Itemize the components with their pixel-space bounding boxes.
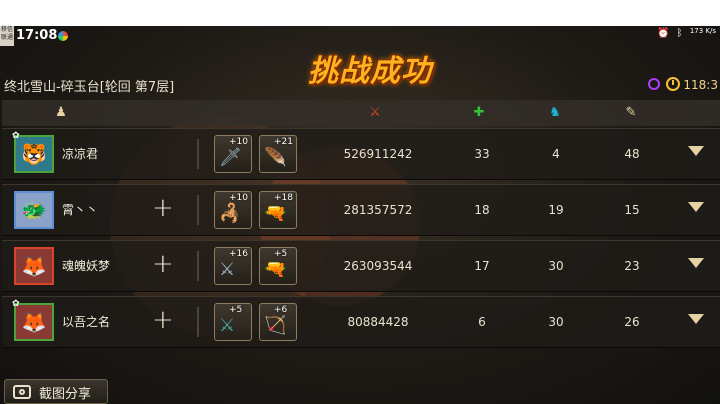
hit-icon: ✎	[625, 105, 637, 120]
camera-icon	[13, 385, 31, 399]
buff-value: 30	[548, 315, 564, 329]
buff-value: 4	[552, 147, 560, 161]
damage-value: 263093544	[343, 259, 413, 273]
screenshot-share-button[interactable]: 截图分享	[4, 379, 108, 404]
item-slot[interactable]: +16 ⚔	[214, 247, 252, 285]
item-slot[interactable]: +6 🏹	[259, 303, 297, 341]
item-slot[interactable]: +21 🪶	[259, 135, 297, 173]
expand-arrow-icon[interactable]	[688, 314, 704, 324]
pistol-icon: 🔫	[264, 259, 287, 280]
stats-header: ♟ ⚔ ✚ ♞ ✎	[2, 100, 720, 126]
gun-icon: 🔫	[264, 203, 287, 224]
heal-value: 6	[478, 315, 486, 329]
expand-arrow-icon[interactable]	[688, 146, 704, 156]
player-row: 🐲 霄丶丶 + +10 🦂 +18 🔫 281357572 18 19 15	[2, 184, 720, 236]
hit-value: 48	[624, 147, 640, 161]
player-icon: ♟	[55, 105, 67, 120]
add-friend-button[interactable]: +	[152, 249, 174, 279]
damage-value: 281357572	[343, 203, 413, 217]
alarm-icon: ⏰	[656, 28, 670, 39]
divider	[197, 195, 199, 225]
swirl-icon[interactable]	[648, 78, 660, 90]
damage-value: 80884428	[347, 315, 409, 329]
sword-icon: 🗡	[219, 147, 242, 168]
item-slot[interactable]: +10 🗡	[214, 135, 252, 173]
blade-icon: ⚔	[219, 259, 236, 280]
buff-icon: ♞	[549, 105, 561, 120]
damage-value: 526911242	[343, 147, 413, 161]
clock-icon	[666, 77, 680, 91]
expand-arrow-icon[interactable]	[688, 258, 704, 268]
add-friend-button[interactable]: +	[152, 305, 174, 335]
player-name: 霄丶丶	[62, 203, 99, 217]
item-slot[interactable]: +18 🔫	[259, 191, 297, 229]
status-bar: 移信 联通 17:08 ⏰ ᛒ 173 K/s	[0, 26, 720, 46]
timer-value: 118:3	[683, 78, 718, 92]
avatar[interactable]: 🦊	[14, 247, 54, 285]
damage-icon: ⚔	[369, 105, 381, 120]
expand-arrow-icon[interactable]	[688, 202, 704, 212]
player-row: 🦊 魂魄妖梦 + +16 ⚔ +5 🔫 263093544 17 30 23	[2, 240, 720, 292]
player-row: 🐯 ✿ 凉凉君 +10 🗡 +21 🪶 526911242 33 4 48	[2, 128, 720, 180]
item-slot[interactable]: +5 ⚔	[214, 303, 252, 341]
divider	[197, 251, 199, 281]
heal-value: 17	[474, 259, 490, 273]
top-margin	[0, 0, 720, 26]
staff-icon: 🦂	[219, 203, 242, 224]
player-row: 🦊 ✿ 以吾之名 + +5 ⚔ +6 🏹 80884428 6 30 26	[2, 296, 720, 348]
victory-banner: 挑战成功	[308, 54, 432, 89]
network-speed: 173 K/s	[689, 27, 716, 35]
player-name: 以吾之名	[62, 315, 111, 329]
hit-value: 15	[624, 203, 640, 217]
item-slot[interactable]: +10 🦂	[214, 191, 252, 229]
avatar[interactable]: 🐲	[14, 191, 54, 229]
bluetooth-icon: ᛒ	[676, 28, 683, 39]
feather-icon: 🪶	[264, 147, 287, 168]
player-name: 凉凉君	[62, 147, 99, 161]
stage-location: 终北雪山-碎玉台[轮回 第7层]	[4, 80, 175, 95]
buff-value: 19	[548, 203, 564, 217]
heal-icon: ✚	[473, 105, 485, 120]
divider	[197, 139, 199, 169]
item-slot[interactable]: +5 🔫	[259, 247, 297, 285]
bow-icon: 🏹	[264, 315, 287, 336]
add-friend-button[interactable]: +	[152, 193, 174, 223]
carrier-badge: 移信 联通	[0, 26, 14, 46]
app-color-icon	[58, 31, 68, 41]
heal-value: 18	[474, 203, 490, 217]
blade-icon: ⚔	[219, 315, 236, 336]
heal-value: 33	[474, 147, 490, 161]
hit-value: 23	[624, 259, 640, 273]
divider	[197, 307, 199, 337]
buff-value: 30	[548, 259, 564, 273]
hit-value: 26	[624, 315, 640, 329]
rank-badge-icon: ✿	[12, 299, 20, 309]
share-label: 截图分享	[39, 387, 92, 402]
player-name: 魂魄妖梦	[62, 259, 111, 273]
status-time: 17:08	[16, 28, 58, 43]
status-right: ⏰ ᛒ 173 K/s	[653, 27, 716, 40]
rank-badge-icon: ✿	[12, 131, 20, 141]
